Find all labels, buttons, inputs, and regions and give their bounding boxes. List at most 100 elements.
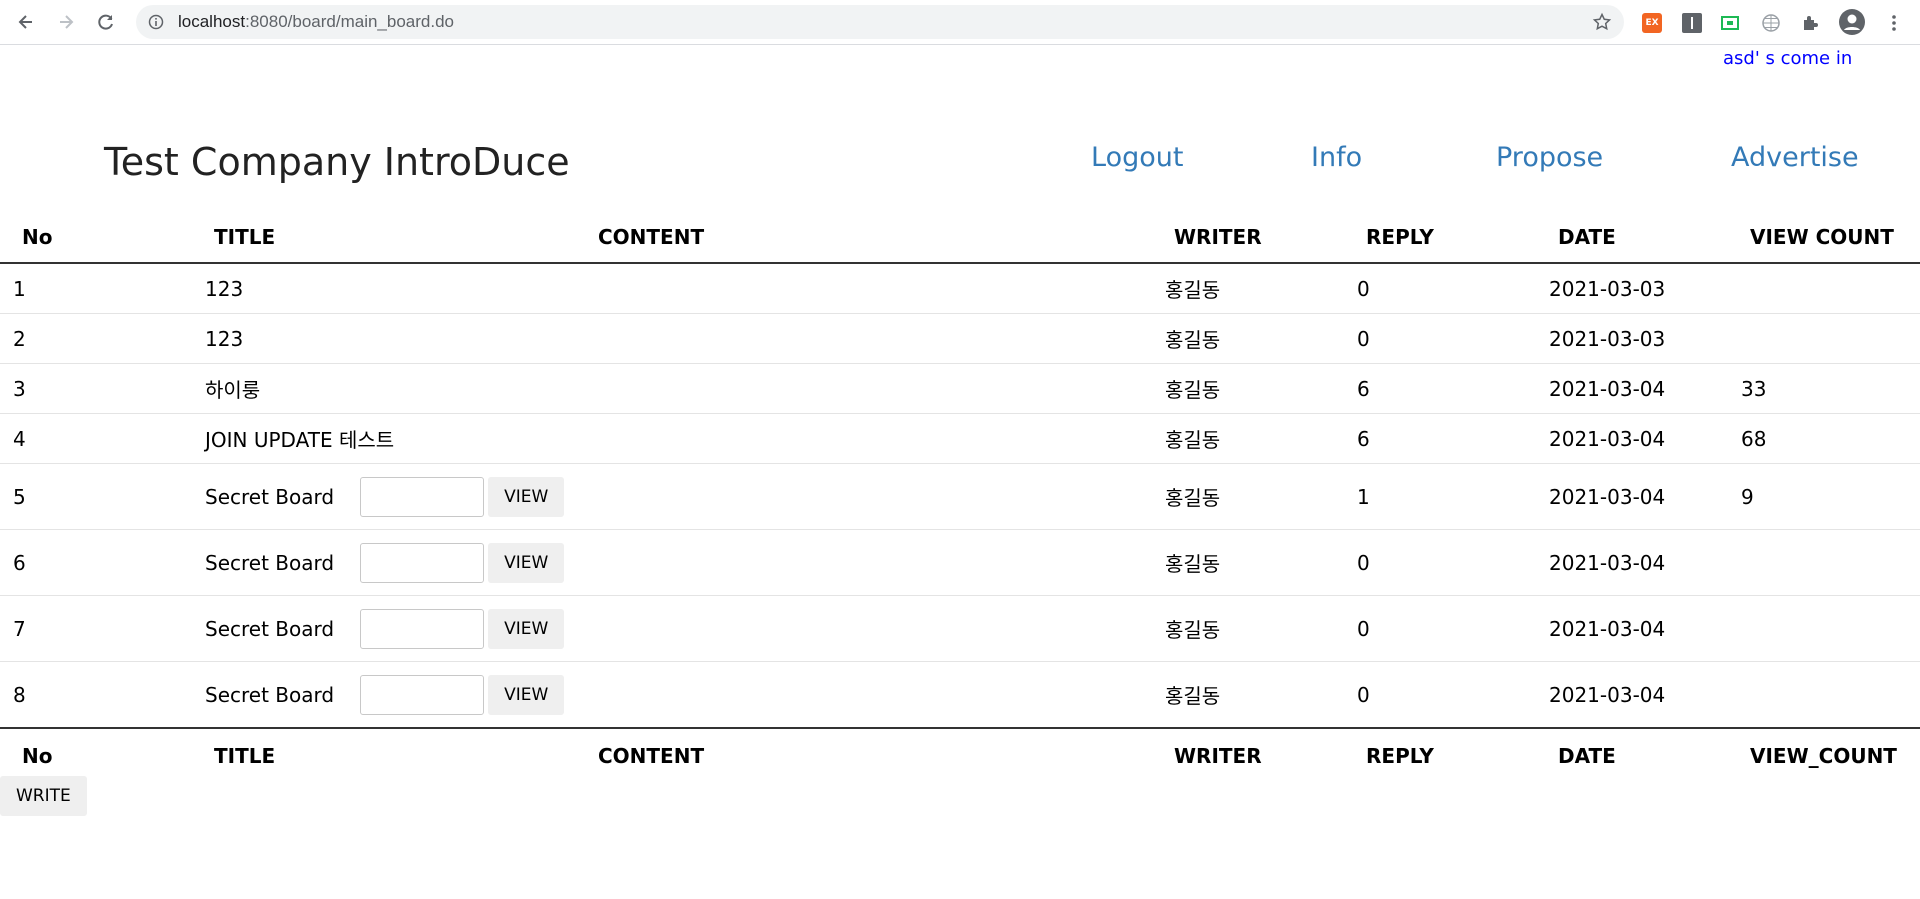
secret-password-input[interactable]	[360, 674, 485, 715]
footer-reply: REPLY	[1344, 727, 1536, 783]
cell-no: 8	[13, 682, 26, 707]
cell-view-count	[1728, 313, 1920, 364]
table-header-row: No TITLE CONTENT WRITER REPLY DATE VIEW …	[0, 212, 1920, 264]
cell-writer: 홍길동	[1152, 313, 1344, 364]
table-row: 1 123 홍길동 0 2021-03-03	[0, 263, 1920, 314]
cell-title: Secret Board VIEW	[192, 595, 576, 662]
cell-content	[576, 313, 1152, 364]
table-row: 2 123 홍길동 0 2021-03-03	[0, 313, 1920, 364]
url-path: :8080/board/main_board.do	[245, 12, 454, 31]
cell-reply: 6	[1344, 363, 1536, 414]
logout-link[interactable]: Logout	[1091, 142, 1183, 173]
address-bar[interactable]: localhost:8080/board/main_board.do	[136, 5, 1624, 39]
view-button[interactable]: VIEW	[488, 476, 565, 517]
cell-date: 2021-03-04	[1536, 363, 1728, 414]
reload-icon[interactable]	[92, 8, 120, 36]
cell-reply: 0	[1344, 529, 1536, 596]
cell-view-count: 33	[1728, 363, 1920, 414]
advertise-link[interactable]: Advertise	[1731, 142, 1859, 173]
cell-content	[576, 363, 1152, 414]
extensions-puzzle-icon[interactable]	[1800, 12, 1822, 34]
footer-view-count: VIEW_COUNT	[1728, 727, 1920, 783]
post-title-link[interactable]: 123	[192, 313, 576, 364]
extension-globe-icon[interactable]	[1760, 12, 1782, 34]
header-writer: WRITER	[1152, 212, 1344, 264]
footer-writer: WRITER	[1152, 727, 1344, 783]
table-row: 6 Secret Board VIEW 홍길동 0 2021-03-04	[0, 529, 1920, 596]
secret-password-input[interactable]	[360, 608, 485, 649]
cell-no: 4	[0, 413, 192, 464]
cell-date: 2021-03-04	[1549, 682, 1666, 707]
browser-menu-icon[interactable]	[1883, 12, 1905, 34]
secret-post-title: Secret Board	[205, 682, 335, 707]
header-no: No	[0, 212, 192, 264]
cell-writer: 홍길동	[1152, 363, 1344, 414]
cell-writer: 홍길동	[1152, 413, 1344, 464]
cell-writer: 홍길동	[1165, 684, 1221, 708]
info-link[interactable]: Info	[1311, 142, 1362, 173]
url-text: localhost:8080/board/main_board.do	[178, 5, 454, 39]
header-title: TITLE	[192, 212, 576, 264]
welcome-message: asd' s come in	[1723, 48, 1853, 69]
cell-date: 2021-03-04	[1536, 595, 1728, 662]
view-button[interactable]: VIEW	[488, 674, 565, 715]
bookmark-star-icon[interactable]	[1592, 12, 1612, 32]
footer-title: TITLE	[192, 727, 576, 783]
header-content: CONTENT	[576, 212, 1152, 264]
header-date: DATE	[1536, 212, 1728, 264]
site-info-icon[interactable]	[148, 14, 164, 30]
cell-view-count	[1728, 595, 1920, 662]
cell-date: 2021-03-03	[1536, 263, 1728, 314]
cell-no: 7	[0, 595, 192, 662]
forward-icon[interactable]	[52, 8, 80, 36]
secret-post-title: Secret Board	[205, 550, 335, 575]
table-row: 7 Secret Board VIEW 홍길동 0 2021-03-04	[0, 595, 1920, 662]
extension-ex-icon[interactable]: EX	[1641, 12, 1663, 34]
write-button[interactable]: WRITE	[0, 776, 87, 816]
board-table: No TITLE CONTENT WRITER REPLY DATE VIEW …	[0, 212, 1920, 783]
cell-title: Secret Board VIEW	[192, 662, 576, 729]
cell-date: 2021-03-04	[1536, 529, 1728, 596]
table-row: 5 Secret Board VIEW 홍길동 1 2021-03-04 9	[0, 463, 1920, 530]
cell-reply: 6	[1344, 413, 1536, 464]
back-icon[interactable]	[12, 8, 40, 36]
cell-content	[576, 529, 1152, 596]
cell-no: 2	[0, 313, 192, 364]
cell-no: 5	[0, 463, 192, 530]
cell-no: 3	[0, 363, 192, 414]
table-footer-row: No TITLE CONTENT WRITER REPLY DATE VIEW_…	[0, 727, 1920, 783]
header-reply: REPLY	[1344, 212, 1536, 264]
view-button[interactable]: VIEW	[488, 608, 565, 649]
secret-password-input[interactable]	[360, 542, 485, 583]
cell-content	[576, 413, 1152, 464]
cell-no: 6	[0, 529, 192, 596]
cell-reply: 0	[1344, 313, 1536, 364]
post-title-link[interactable]: JOIN UPDATE 테스트	[192, 413, 576, 464]
footer-date: DATE	[1536, 727, 1728, 783]
extension-reader-icon[interactable]	[1681, 12, 1703, 34]
cell-view-count: 9	[1728, 463, 1920, 530]
secret-password-input[interactable]	[360, 476, 485, 517]
extension-screen-icon[interactable]	[1719, 12, 1741, 34]
cell-view-count: 68	[1728, 413, 1920, 464]
cell-writer: 홍길동	[1152, 595, 1344, 662]
propose-link[interactable]: Propose	[1496, 142, 1603, 173]
table-row: 4 JOIN UPDATE 테스트 홍길동 6 2021-03-04 68	[0, 413, 1920, 464]
secret-post-title: Secret Board	[205, 484, 335, 509]
cell-writer: 홍길동	[1152, 263, 1344, 314]
browser-toolbar: localhost:8080/board/main_board.do EX	[0, 0, 1920, 45]
view-button[interactable]: VIEW	[488, 542, 565, 583]
post-title-link[interactable]: 하이룽	[192, 363, 576, 414]
profile-avatar-icon[interactable]	[1838, 8, 1866, 36]
cell-view-count	[1728, 263, 1920, 314]
footer-content: CONTENT	[576, 727, 1152, 783]
post-title-link[interactable]: 123	[192, 263, 576, 314]
cell-no: 1	[0, 263, 192, 314]
cell-content	[576, 662, 1152, 729]
cell-writer: 홍길동	[1152, 463, 1344, 530]
cell-content	[576, 263, 1152, 314]
cell-content	[576, 463, 1152, 530]
cell-title: Secret Board VIEW	[192, 529, 576, 596]
url-host: localhost	[178, 12, 246, 31]
page-title: Test Company IntroDuce	[104, 140, 570, 184]
